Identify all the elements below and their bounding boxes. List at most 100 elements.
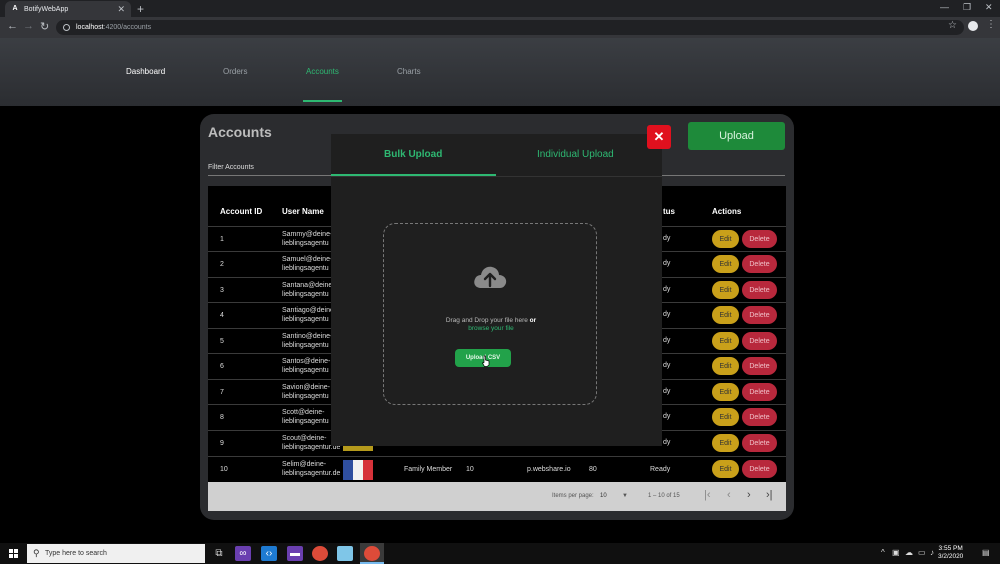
- address-bar[interactable]: localhost :4200/accounts: [56, 20, 964, 35]
- tab-bulk-upload[interactable]: Bulk Upload: [384, 149, 442, 160]
- back-icon[interactable]: ←: [7, 20, 18, 32]
- url-host: localhost: [76, 24, 104, 31]
- tab-individual-upload[interactable]: Individual Upload: [537, 149, 614, 160]
- window-close-icon[interactable]: ✕: [985, 2, 993, 13]
- account-id: 7: [220, 389, 224, 396]
- previous-page-icon[interactable]: ‹: [727, 489, 731, 501]
- delete-button[interactable]: Delete: [742, 306, 777, 324]
- status-text: dy: [663, 439, 671, 446]
- tray-cloud-icon[interactable]: ☁: [905, 548, 913, 557]
- edit-button[interactable]: Edit: [712, 281, 739, 299]
- account-id: 3: [220, 287, 224, 294]
- user-name-line2: lieblingsagentu: [282, 291, 329, 298]
- browse-file-link[interactable]: browse your file: [384, 325, 598, 332]
- status-text: dy: [663, 388, 671, 395]
- delete-button[interactable]: Delete: [742, 255, 777, 273]
- edit-button[interactable]: Edit: [712, 357, 739, 375]
- proxy-text: p.webshare.io: [527, 466, 571, 473]
- upload-button[interactable]: Upload: [688, 122, 785, 150]
- delete-button[interactable]: Delete: [742, 408, 777, 426]
- tray-network-icon[interactable]: ▣: [892, 548, 900, 557]
- app-icon[interactable]: [337, 546, 353, 561]
- user-name-line1: Savion@deine-: [282, 384, 330, 391]
- upload-dialog: Bulk Upload Individual Upload Drag and D…: [331, 134, 662, 446]
- chrome-icon[interactable]: [312, 546, 328, 561]
- close-dialog-button[interactable]: ✕: [647, 125, 671, 149]
- status-text: dy: [663, 286, 671, 293]
- user-name-line1: Santiago@deine: [282, 307, 334, 314]
- minimize-icon[interactable]: —: [940, 2, 949, 12]
- tray-volume-icon[interactable]: ♪: [930, 548, 934, 557]
- count-text: 10: [466, 466, 474, 473]
- delete-button[interactable]: Delete: [742, 230, 777, 248]
- new-tab-icon[interactable]: +: [137, 2, 144, 16]
- edit-button[interactable]: Edit: [712, 255, 739, 273]
- user-name-line2: lieblingsagentu: [282, 393, 329, 400]
- reload-icon[interactable]: ↻: [40, 20, 49, 33]
- role-text: Family Member: [404, 466, 453, 473]
- forward-icon[interactable]: →: [23, 20, 34, 32]
- user-name-line1: Scott@deine-: [282, 409, 325, 416]
- search-icon: ⚲: [33, 548, 40, 558]
- delete-button[interactable]: Delete: [742, 281, 777, 299]
- delete-button[interactable]: Delete: [742, 434, 777, 452]
- edit-button[interactable]: Edit: [712, 230, 739, 248]
- delete-button[interactable]: Delete: [742, 460, 777, 478]
- account-id: 9: [220, 440, 224, 447]
- delete-button[interactable]: Delete: [742, 383, 777, 401]
- delete-button[interactable]: Delete: [742, 332, 777, 350]
- account-id: 10: [220, 466, 228, 473]
- browser-tab-strip: A BotifyWebApp ✕ + — ❐ ✕: [0, 0, 1000, 17]
- dropdown-arrow-icon[interactable]: ▼: [622, 493, 628, 499]
- port-text: 80: [589, 466, 597, 473]
- site-info-icon[interactable]: [63, 24, 70, 31]
- first-page-icon[interactable]: |‹: [704, 489, 711, 501]
- visual-studio-icon[interactable]: ∞: [235, 546, 251, 561]
- browser-tab[interactable]: A BotifyWebApp ✕: [5, 1, 131, 17]
- tray-chevron-icon[interactable]: ^: [881, 548, 885, 557]
- user-name-line1: Scout@deine-: [282, 435, 327, 442]
- taskbar-search-input[interactable]: ⚲ Type here to search: [27, 544, 205, 563]
- tab-close-icon[interactable]: ✕: [117, 4, 125, 15]
- status-text: dy: [663, 337, 671, 344]
- account-id: 8: [220, 414, 224, 421]
- restore-icon[interactable]: ❐: [963, 2, 971, 13]
- hand-pointer-icon: [482, 355, 490, 367]
- user-name-line1: Santana@deine-: [282, 282, 335, 289]
- edit-button[interactable]: Edit: [712, 460, 739, 478]
- task-view-icon[interactable]: ⧉: [211, 546, 227, 561]
- chrome-active-icon[interactable]: [364, 546, 380, 561]
- file-dropzone[interactable]: Drag and Drop your file here or browse y…: [383, 223, 597, 405]
- profile-avatar-icon[interactable]: [968, 21, 978, 31]
- user-name-line2: lieblingsagentu: [282, 240, 329, 247]
- delete-button[interactable]: Delete: [742, 357, 777, 375]
- nav-dashboard[interactable]: Dashboard: [126, 67, 165, 76]
- account-id: 1: [220, 236, 224, 243]
- dropzone-instructions: Drag and Drop your file here or: [384, 316, 598, 325]
- last-page-icon[interactable]: ›|: [766, 489, 773, 501]
- browser-menu-icon[interactable]: ⋮: [986, 19, 996, 30]
- edit-button[interactable]: Edit: [712, 332, 739, 350]
- nav-accounts[interactable]: Accounts: [306, 67, 339, 76]
- nav-orders[interactable]: Orders: [223, 67, 247, 76]
- bookmark-star-icon[interactable]: ☆: [948, 20, 957, 31]
- terminal-icon[interactable]: ▬: [287, 546, 303, 561]
- items-per-page-select[interactable]: 10: [600, 493, 607, 499]
- edit-button[interactable]: Edit: [712, 434, 739, 452]
- windows-start-icon[interactable]: [9, 549, 18, 558]
- user-name-line1: Sammy@deine-: [282, 231, 333, 238]
- drag-drop-text: Drag and Drop your file here: [445, 317, 528, 324]
- edit-button[interactable]: Edit: [712, 306, 739, 324]
- account-id: 2: [220, 261, 224, 268]
- vscode-icon[interactable]: ‹›: [261, 546, 277, 561]
- tray-battery-icon[interactable]: ▭: [918, 548, 926, 557]
- next-page-icon[interactable]: ›: [747, 489, 751, 501]
- notification-icon[interactable]: ▤: [982, 548, 990, 557]
- edit-button[interactable]: Edit: [712, 408, 739, 426]
- system-clock[interactable]: 3:55 PM 3/2/2020: [938, 545, 963, 561]
- nav-charts[interactable]: Charts: [397, 67, 421, 76]
- edit-button[interactable]: Edit: [712, 383, 739, 401]
- table-row: 10 Selim@deine- lieblingsagentur.de Fami…: [208, 456, 786, 481]
- tab-divider: [331, 176, 662, 177]
- nav-active-indicator: [303, 100, 342, 102]
